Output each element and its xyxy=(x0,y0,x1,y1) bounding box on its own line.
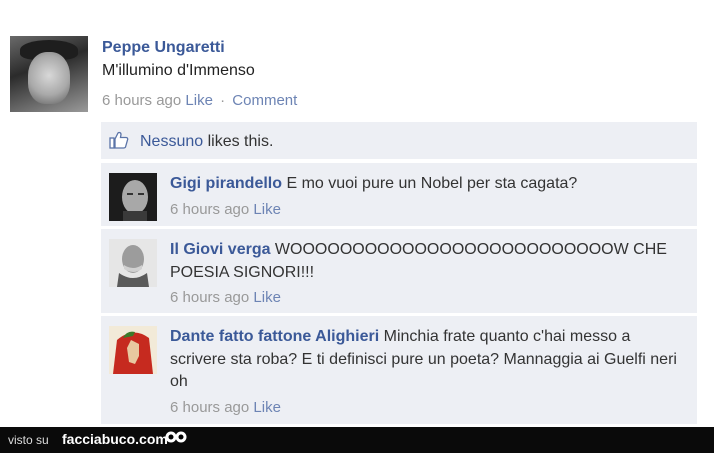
comment-item: Dante fatto fattone Alighieri Minchia fr… xyxy=(101,316,697,424)
watermark-prefix: visto su xyxy=(8,433,49,447)
comment-timestamp: 6 hours ago xyxy=(170,289,250,306)
comment-text: E mo vuoi pure un Nobel per sta cagata? xyxy=(282,175,578,192)
commenter-avatar[interactable] xyxy=(109,326,157,374)
comment-item: Gigi pirandello E mo vuoi pure un Nobel … xyxy=(101,163,697,226)
post-author-avatar[interactable] xyxy=(10,36,88,112)
likes-name-link[interactable]: Nessuno xyxy=(140,133,203,150)
comment-timestamp: 6 hours ago xyxy=(170,398,250,416)
comment-author-link[interactable]: Il Giovi verga xyxy=(170,241,270,258)
comment-author-link[interactable]: Dante fatto fattone Alighieri xyxy=(170,328,379,345)
likes-summary: Nessuno likes this. xyxy=(101,122,697,159)
comment-like-link[interactable]: Like xyxy=(253,289,281,306)
post-comment-link[interactable]: Comment xyxy=(232,92,297,109)
post-text: M'illumino d'Immenso xyxy=(102,62,255,79)
comment-timestamp: 6 hours ago xyxy=(170,200,250,218)
post-timestamp: 6 hours ago xyxy=(102,92,182,109)
comment-like-link[interactable]: Like xyxy=(253,399,281,416)
post-author-name[interactable]: Peppe Ungaretti xyxy=(102,39,225,57)
watermark-site: facciabuco.com xyxy=(62,431,168,447)
eyes-logo-icon xyxy=(165,431,187,443)
thumbs-up-icon xyxy=(109,131,129,149)
comment-item: Il Giovi verga WOOOOOOOOOOOOOOOOOOOOOOOO… xyxy=(101,229,697,313)
watermark-bar: visto su facciabuco.com xyxy=(0,427,714,453)
post-like-link[interactable]: Like xyxy=(185,92,213,109)
post-meta: 6 hours ago Like · Comment xyxy=(102,92,297,109)
comment-author-link[interactable]: Gigi pirandello xyxy=(170,175,282,192)
comment-like-link[interactable]: Like xyxy=(253,201,281,218)
meta-separator: · xyxy=(220,92,226,109)
commenter-avatar[interactable] xyxy=(109,239,157,287)
commenter-avatar[interactable] xyxy=(109,173,157,221)
likes-text: likes this. xyxy=(203,133,274,150)
